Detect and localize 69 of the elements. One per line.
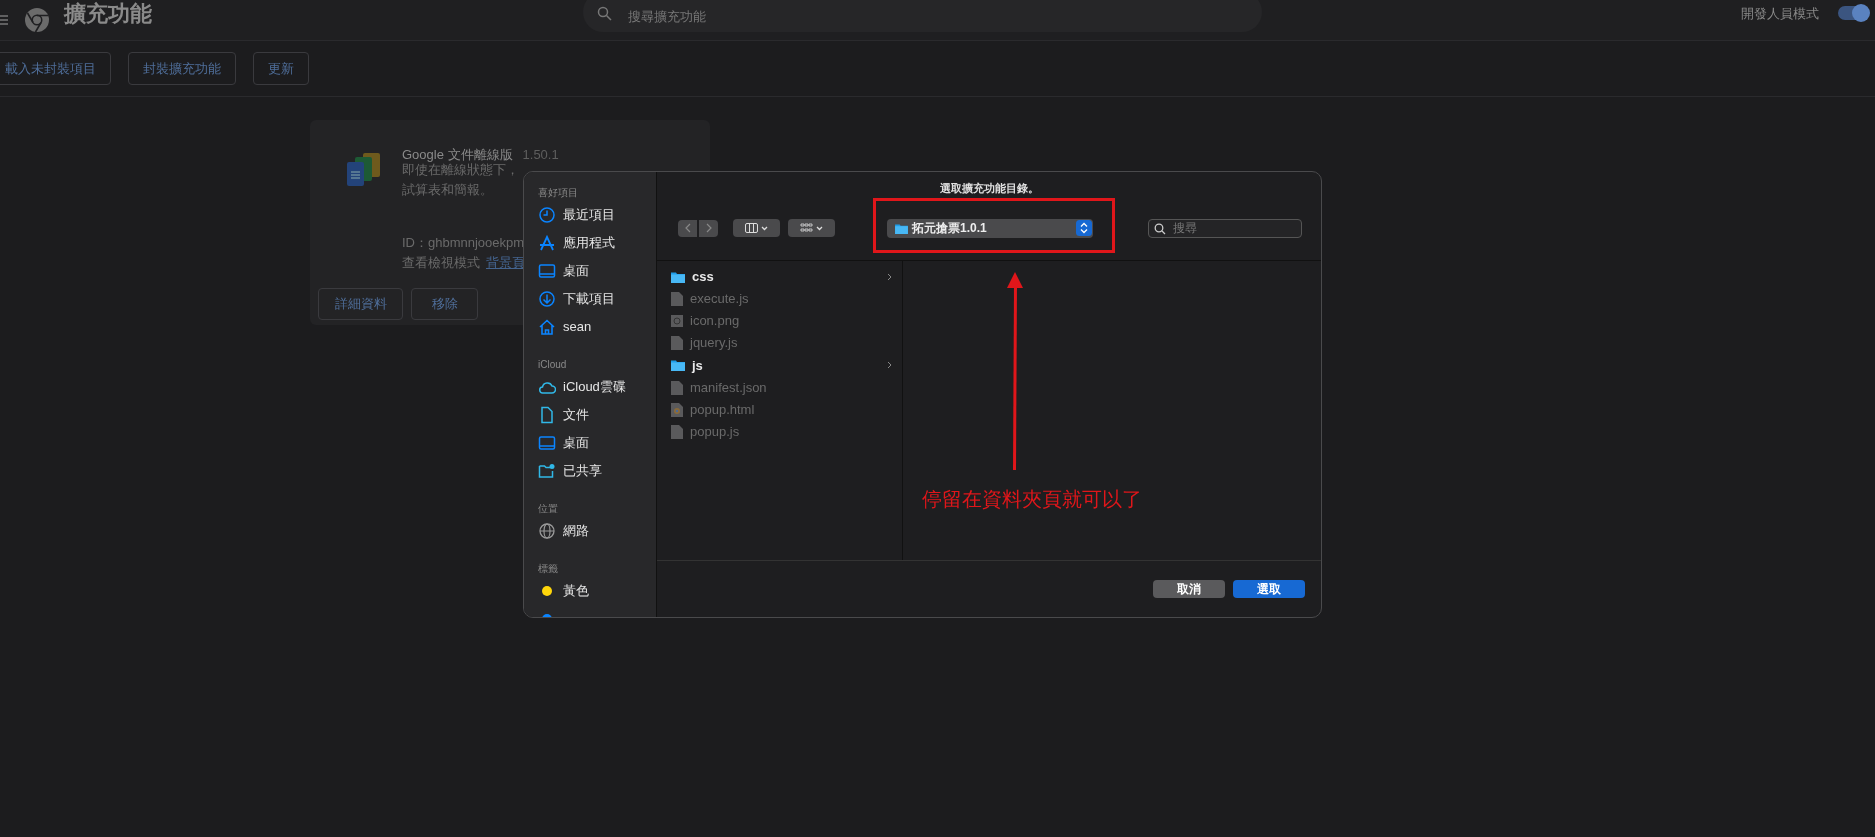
sidebar-item[interactable]: sean <box>538 313 656 341</box>
document-stack-icon <box>347 153 380 186</box>
dev-mode-label: 開發人員模式 <box>1741 5 1819 23</box>
extension-id: ID：ghbmnnjooekpm <box>402 234 525 252</box>
sidebar-item[interactable]: 應用程式 <box>538 229 656 257</box>
chevron-right-icon <box>887 272 892 281</box>
app-store-icon <box>538 234 556 252</box>
sidebar-item[interactable]: 下載項目 <box>538 285 656 313</box>
extension-name: Google 文件離線版 <box>402 146 513 163</box>
location-popup[interactable]: 拓元搶票1.0.1 <box>887 218 1093 238</box>
caret-icon <box>761 225 768 231</box>
sidebar-item[interactable]: 已共享 <box>538 457 656 485</box>
sidebar-item[interactable]: iCloud雲碟 <box>538 373 656 401</box>
dev-mode-toggle[interactable] <box>1838 6 1868 20</box>
html-file-icon <box>671 402 683 417</box>
back-button[interactable] <box>678 219 697 237</box>
browser-logo-icon <box>24 7 50 33</box>
file-icon <box>671 424 683 439</box>
inspect-label: 查看檢視模式 <box>402 254 480 272</box>
document-icon <box>538 406 556 424</box>
sidebar-item[interactable]: 桌面 <box>538 429 656 457</box>
search-field[interactable]: 搜尋擴充功能 <box>583 0 1262 32</box>
extension-description: 試算表和簡報。 <box>402 181 493 199</box>
sidebar-item[interactable]: 文件 <box>538 401 656 429</box>
desktop-icon <box>538 434 556 452</box>
dialog-button[interactable]: 選取 <box>1233 579 1305 598</box>
download-icon <box>538 290 556 308</box>
page-title: 擴充功能 <box>64 0 152 28</box>
sidebar-heading: iCloud <box>538 358 568 372</box>
dialog-search-field[interactable]: 搜尋 <box>1148 218 1302 238</box>
sidebar-heading: 位置 <box>538 502 559 516</box>
shared-folder-icon <box>538 462 556 480</box>
file-icon <box>671 380 683 395</box>
updown-arrows-icon <box>1076 220 1092 236</box>
extension-description: 即使在離線狀態下， <box>402 162 519 179</box>
folder-icon <box>671 359 685 372</box>
grid-icon <box>800 223 813 233</box>
caret-icon <box>816 225 823 231</box>
file-icon <box>671 291 683 306</box>
globe-icon <box>538 522 556 540</box>
chevron-right-icon <box>705 223 712 233</box>
sidebar-heading: 標籤 <box>538 562 559 576</box>
desktop-icon <box>538 262 556 280</box>
file-icon <box>671 336 683 351</box>
view-mode-button[interactable] <box>733 219 780 237</box>
columns-icon <box>745 223 758 233</box>
file-row[interactable]: js <box>657 354 902 377</box>
sidebar-item[interactable]: 網路 <box>538 517 656 545</box>
annotation-text: 停留在資料夾頁就可以了 <box>922 487 1142 512</box>
chevron-left-icon <box>684 223 691 233</box>
folder-icon <box>671 270 685 283</box>
search-icon <box>1154 222 1166 235</box>
home-icon <box>538 318 556 336</box>
dialog-button[interactable]: 取消 <box>1153 579 1225 598</box>
dialog-title: 選取擴充功能目錄。 <box>938 181 1040 196</box>
sidebar-item[interactable]: 黃色 <box>538 577 656 605</box>
menu-icon[interactable] <box>0 15 8 25</box>
group-button[interactable] <box>788 219 835 237</box>
sidebar-heading: 喜好項目 <box>538 186 579 200</box>
sidebar-item[interactable]: 桌面 <box>538 257 656 285</box>
search-icon <box>597 6 612 21</box>
clock-icon <box>538 206 556 224</box>
image-file-icon <box>671 313 683 328</box>
file-row[interactable]: css <box>657 265 902 288</box>
folder-icon <box>895 222 908 234</box>
forward-button[interactable] <box>699 219 718 237</box>
sidebar-item[interactable]: 最近項目 <box>538 201 656 229</box>
chevron-right-icon <box>887 361 892 370</box>
extension-version: 1.50.1 <box>522 146 559 164</box>
